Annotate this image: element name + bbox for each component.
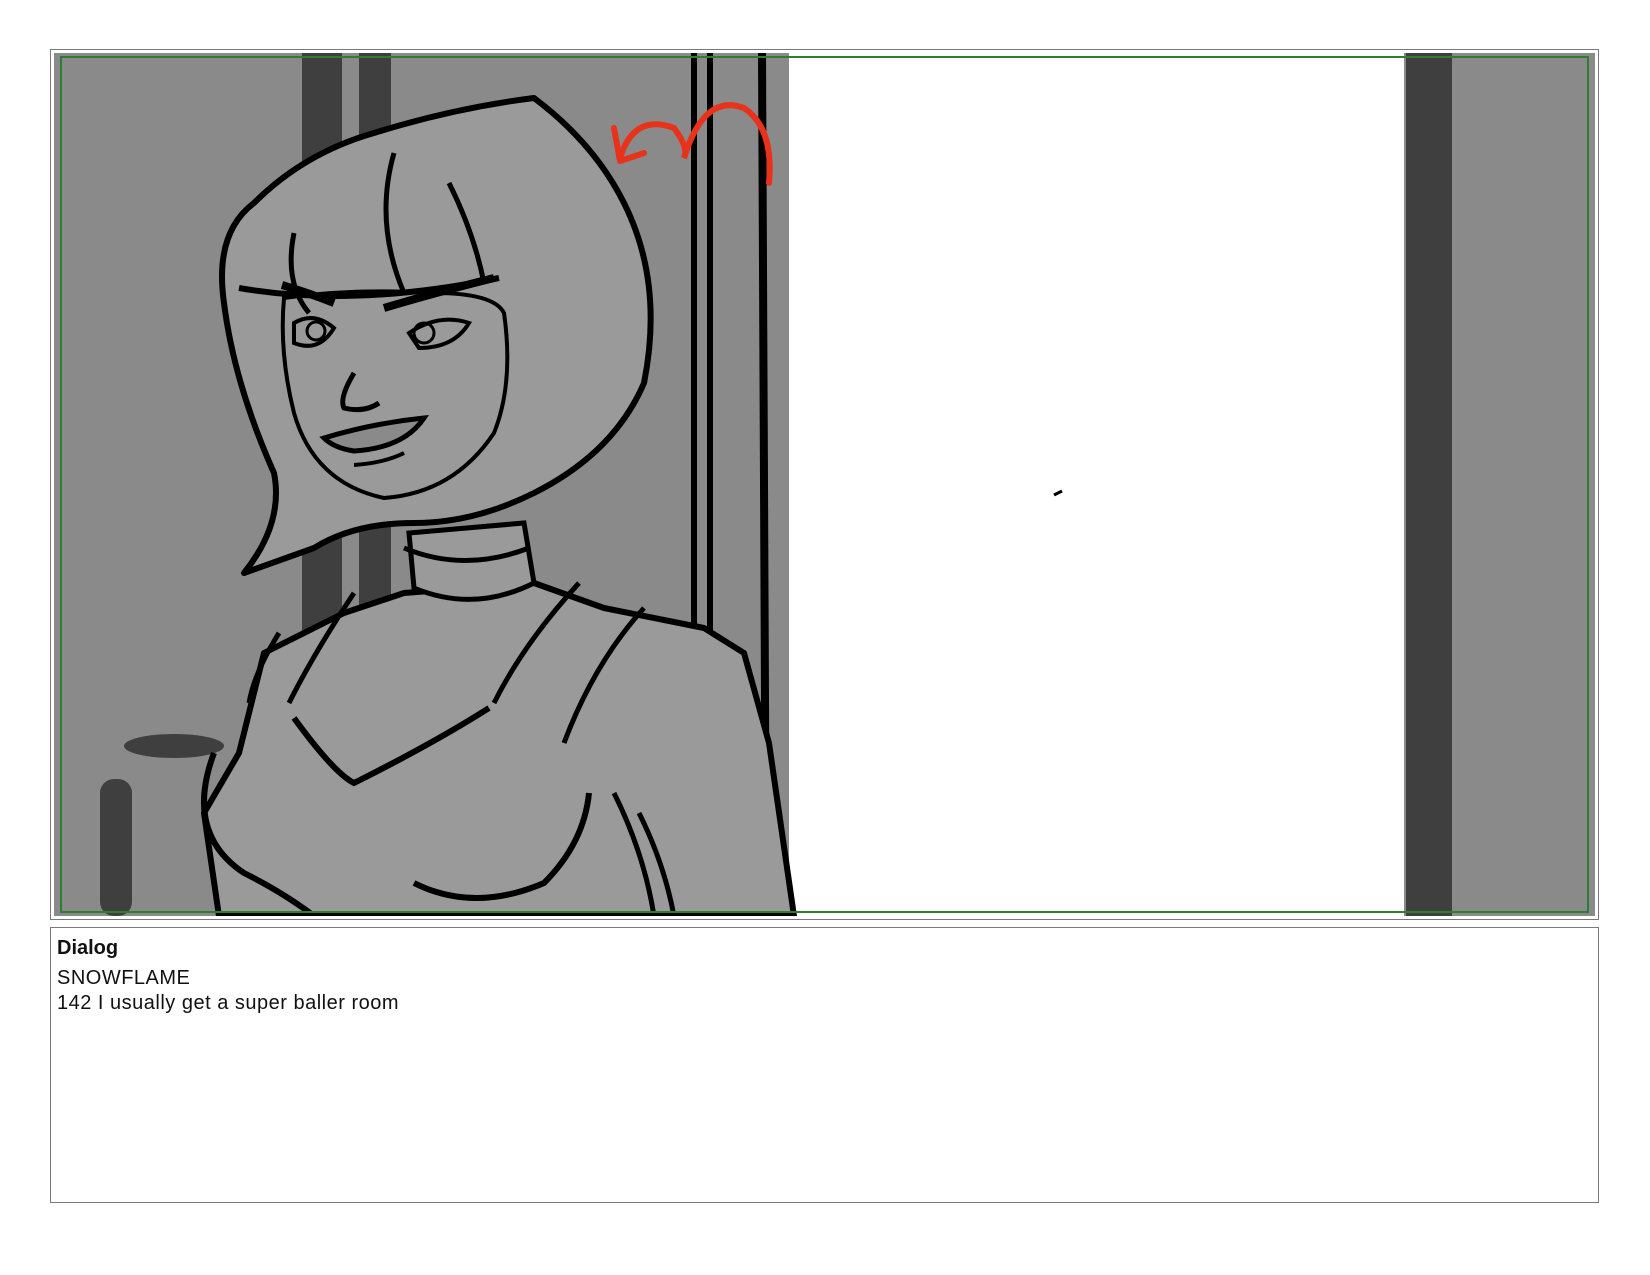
window-frame-fill <box>714 53 758 653</box>
storyboard-panel-frame <box>50 49 1599 920</box>
curtain-right-dark <box>1406 53 1452 916</box>
dialog-line-text: 142 I usually get a super baller room <box>57 992 400 1014</box>
window-opening <box>789 53 1404 916</box>
window-frame-line <box>707 53 713 643</box>
storyboard-panel-image <box>54 53 1595 916</box>
dialog-box: Dialog SNOWFLAME 142 I usually get a sup… <box>50 927 1599 1203</box>
dialog-heading: Dialog <box>57 937 119 959</box>
lamp-body <box>100 779 132 916</box>
dialog-character-name: SNOWFLAME <box>57 967 191 989</box>
lamp-top <box>124 734 224 758</box>
